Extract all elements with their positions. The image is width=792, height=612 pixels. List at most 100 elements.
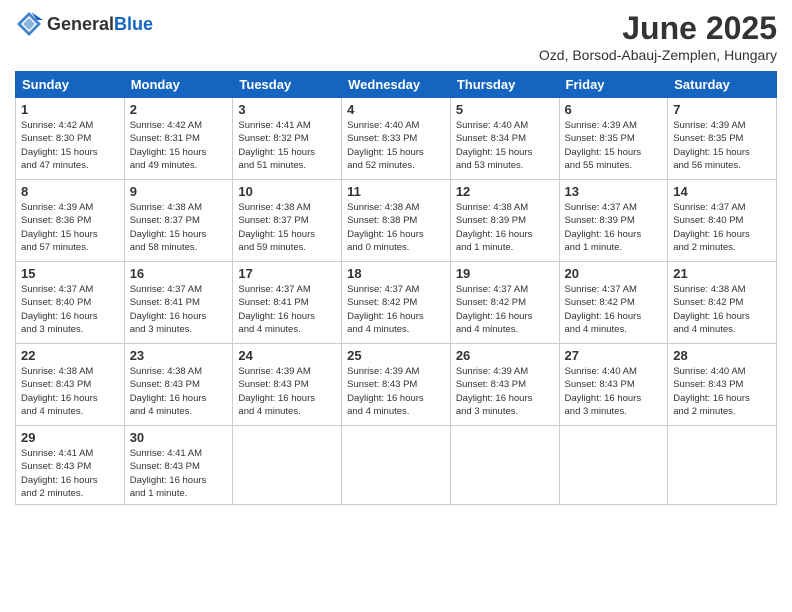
day-info: Sunrise: 4:40 AM Sunset: 8:34 PM Dayligh… xyxy=(456,119,554,172)
col-sunday: Sunday xyxy=(16,72,125,98)
day-info: Sunrise: 4:39 AM Sunset: 8:36 PM Dayligh… xyxy=(21,201,119,254)
day-info: Sunrise: 4:41 AM Sunset: 8:32 PM Dayligh… xyxy=(238,119,336,172)
day-info: Sunrise: 4:40 AM Sunset: 8:33 PM Dayligh… xyxy=(347,119,445,172)
calendar-cell: 16 Sunrise: 4:37 AM Sunset: 8:41 PM Dayli… xyxy=(124,262,233,344)
calendar-cell: 26 Sunrise: 4:39 AM Sunset: 8:43 PM Dayli… xyxy=(450,344,559,426)
day-info: Sunrise: 4:37 AM Sunset: 8:40 PM Dayligh… xyxy=(673,201,771,254)
logo-blue: Blue xyxy=(114,14,153,34)
day-info: Sunrise: 4:38 AM Sunset: 8:37 PM Dayligh… xyxy=(130,201,228,254)
calendar-cell: 18 Sunrise: 4:37 AM Sunset: 8:42 PM Dayli… xyxy=(342,262,451,344)
day-info: Sunrise: 4:38 AM Sunset: 8:43 PM Dayligh… xyxy=(130,365,228,418)
day-number: 27 xyxy=(565,348,663,363)
day-number: 3 xyxy=(238,102,336,117)
day-number: 9 xyxy=(130,184,228,199)
calendar-cell: 21Sunrise: 4:38 AM Sunset: 8:42 PM Dayli… xyxy=(668,262,777,344)
day-info: Sunrise: 4:37 AM Sunset: 8:41 PM Dayligh… xyxy=(130,283,228,336)
calendar-cell xyxy=(559,426,668,505)
day-number: 1 xyxy=(21,102,119,117)
day-info: Sunrise: 4:42 AM Sunset: 8:31 PM Dayligh… xyxy=(130,119,228,172)
calendar-cell: 5 Sunrise: 4:40 AM Sunset: 8:34 PM Daylig… xyxy=(450,98,559,180)
calendar-cell: 30Sunrise: 4:41 AM Sunset: 8:43 PM Dayli… xyxy=(124,426,233,505)
calendar-cell xyxy=(233,426,342,505)
day-number: 17 xyxy=(238,266,336,281)
calendar-cell: 15Sunrise: 4:37 AM Sunset: 8:40 PM Dayli… xyxy=(16,262,125,344)
calendar-cell: 20 Sunrise: 4:37 AM Sunset: 8:42 PM Dayli… xyxy=(559,262,668,344)
day-info: Sunrise: 4:38 AM Sunset: 8:43 PM Dayligh… xyxy=(21,365,119,418)
day-info: Sunrise: 4:39 AM Sunset: 8:43 PM Dayligh… xyxy=(456,365,554,418)
day-number: 21 xyxy=(673,266,771,281)
day-number: 29 xyxy=(21,430,119,445)
calendar-cell: 8 Sunrise: 4:39 AM Sunset: 8:36 PM Daylig… xyxy=(16,180,125,262)
calendar-cell: 17 Sunrise: 4:37 AM Sunset: 8:41 PM Dayli… xyxy=(233,262,342,344)
day-number: 5 xyxy=(456,102,554,117)
day-info: Sunrise: 4:37 AM Sunset: 8:41 PM Dayligh… xyxy=(238,283,336,336)
day-number: 12 xyxy=(456,184,554,199)
day-number: 4 xyxy=(347,102,445,117)
calendar-cell: 10 Sunrise: 4:38 AM Sunset: 8:37 PM Dayli… xyxy=(233,180,342,262)
day-info: Sunrise: 4:39 AM Sunset: 8:35 PM Dayligh… xyxy=(673,119,771,172)
day-number: 8 xyxy=(21,184,119,199)
day-number: 18 xyxy=(347,266,445,281)
day-info: Sunrise: 4:40 AM Sunset: 8:43 PM Dayligh… xyxy=(565,365,663,418)
col-friday: Friday xyxy=(559,72,668,98)
calendar-week-5: 29 Sunrise: 4:41 AM Sunset: 8:43 PM Dayli… xyxy=(16,426,777,505)
logo-icon xyxy=(15,10,43,38)
day-number: 20 xyxy=(565,266,663,281)
calendar-cell: 6 Sunrise: 4:39 AM Sunset: 8:35 PM Daylig… xyxy=(559,98,668,180)
calendar-cell: 22 Sunrise: 4:38 AM Sunset: 8:43 PM Dayli… xyxy=(16,344,125,426)
day-number: 2 xyxy=(130,102,228,117)
day-info: Sunrise: 4:40 AM Sunset: 8:43 PM Dayligh… xyxy=(673,365,771,418)
col-thursday: Thursday xyxy=(450,72,559,98)
calendar-cell xyxy=(450,426,559,505)
day-number: 25 xyxy=(347,348,445,363)
calendar-week-2: 8 Sunrise: 4:39 AM Sunset: 8:36 PM Daylig… xyxy=(16,180,777,262)
day-number: 16 xyxy=(130,266,228,281)
day-number: 24 xyxy=(238,348,336,363)
logo-text: GeneralBlue xyxy=(47,14,153,35)
day-info: Sunrise: 4:37 AM Sunset: 8:42 PM Dayligh… xyxy=(456,283,554,336)
calendar-cell: 24 Sunrise: 4:39 AM Sunset: 8:43 PM Dayli… xyxy=(233,344,342,426)
day-info: Sunrise: 4:38 AM Sunset: 8:39 PM Dayligh… xyxy=(456,201,554,254)
day-info: Sunrise: 4:37 AM Sunset: 8:42 PM Dayligh… xyxy=(347,283,445,336)
calendar-cell: 29 Sunrise: 4:41 AM Sunset: 8:43 PM Dayli… xyxy=(16,426,125,505)
day-info: Sunrise: 4:39 AM Sunset: 8:43 PM Dayligh… xyxy=(238,365,336,418)
day-info: Sunrise: 4:42 AM Sunset: 8:30 PM Dayligh… xyxy=(21,119,119,172)
day-number: 10 xyxy=(238,184,336,199)
logo: GeneralBlue xyxy=(15,10,153,38)
day-info: Sunrise: 4:37 AM Sunset: 8:39 PM Dayligh… xyxy=(565,201,663,254)
day-info: Sunrise: 4:37 AM Sunset: 8:42 PM Dayligh… xyxy=(565,283,663,336)
day-number: 28 xyxy=(673,348,771,363)
calendar-cell: 23Sunrise: 4:38 AM Sunset: 8:43 PM Dayli… xyxy=(124,344,233,426)
calendar-cell: 19 Sunrise: 4:37 AM Sunset: 8:42 PM Dayli… xyxy=(450,262,559,344)
day-info: Sunrise: 4:41 AM Sunset: 8:43 PM Dayligh… xyxy=(130,447,228,500)
logo-general: General xyxy=(47,14,114,34)
col-tuesday: Tuesday xyxy=(233,72,342,98)
calendar-cell: 1 Sunrise: 4:42 AM Sunset: 8:30 PM Daylig… xyxy=(16,98,125,180)
day-number: 7 xyxy=(673,102,771,117)
header: GeneralBlue June 2025 Ozd, Borsod-Abauj-… xyxy=(15,10,777,63)
calendar-cell: 11Sunrise: 4:38 AM Sunset: 8:38 PM Dayli… xyxy=(342,180,451,262)
calendar-header-row: Sunday Monday Tuesday Wednesday Thursday… xyxy=(16,72,777,98)
title-section: June 2025 Ozd, Borsod-Abauj-Zemplen, Hun… xyxy=(539,10,777,63)
calendar-week-4: 22 Sunrise: 4:38 AM Sunset: 8:43 PM Dayli… xyxy=(16,344,777,426)
month-title: June 2025 xyxy=(539,10,777,47)
day-number: 19 xyxy=(456,266,554,281)
day-number: 26 xyxy=(456,348,554,363)
day-info: Sunrise: 4:39 AM Sunset: 8:35 PM Dayligh… xyxy=(565,119,663,172)
location-title: Ozd, Borsod-Abauj-Zemplen, Hungary xyxy=(539,47,777,63)
day-info: Sunrise: 4:41 AM Sunset: 8:43 PM Dayligh… xyxy=(21,447,119,500)
day-number: 22 xyxy=(21,348,119,363)
calendar-cell: 13 Sunrise: 4:37 AM Sunset: 8:39 PM Dayli… xyxy=(559,180,668,262)
day-number: 6 xyxy=(565,102,663,117)
day-number: 13 xyxy=(565,184,663,199)
calendar: Sunday Monday Tuesday Wednesday Thursday… xyxy=(15,71,777,505)
calendar-week-1: 1 Sunrise: 4:42 AM Sunset: 8:30 PM Daylig… xyxy=(16,98,777,180)
col-monday: Monday xyxy=(124,72,233,98)
day-info: Sunrise: 4:38 AM Sunset: 8:37 PM Dayligh… xyxy=(238,201,336,254)
calendar-cell: 9 Sunrise: 4:38 AM Sunset: 8:37 PM Daylig… xyxy=(124,180,233,262)
calendar-cell: 28 Sunrise: 4:40 AM Sunset: 8:43 PM Dayli… xyxy=(668,344,777,426)
calendar-cell: 14Sunrise: 4:37 AM Sunset: 8:40 PM Dayli… xyxy=(668,180,777,262)
calendar-cell: 12 Sunrise: 4:38 AM Sunset: 8:39 PM Dayli… xyxy=(450,180,559,262)
calendar-cell: 27 Sunrise: 4:40 AM Sunset: 8:43 PM Dayli… xyxy=(559,344,668,426)
calendar-cell: 4 Sunrise: 4:40 AM Sunset: 8:33 PM Daylig… xyxy=(342,98,451,180)
